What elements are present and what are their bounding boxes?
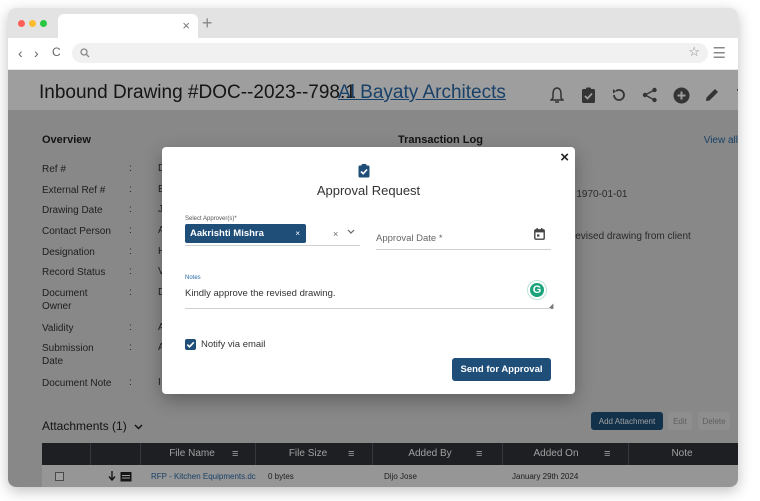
remove-approver-icon[interactable]: × [295,224,300,243]
approval-date-input[interactable]: Approval Date * [376,233,443,244]
maximize-window-dot[interactable] [40,20,47,27]
send-for-approval-button[interactable]: Send for Approval [452,358,551,381]
address-bar: ‹ › C ☆ ☰ [8,38,738,70]
bookmark-star-icon[interactable]: ☆ [688,44,700,60]
minimize-window-dot[interactable] [29,20,36,27]
reload-icon[interactable]: C [52,45,61,59]
notes-underline [185,308,551,309]
new-tab-icon[interactable]: + [202,13,213,34]
browser-window: × + ‹ › C ☆ ☰ Inbound Drawing #DOC--2023… [8,8,738,487]
approver-label: Select Approver(s)* [185,216,237,222]
notify-email-label: Notify via email [201,339,266,350]
forward-icon[interactable]: › [34,45,39,61]
tab-close-icon[interactable]: × [182,18,190,33]
clear-selection-icon[interactable]: × [333,229,338,239]
search-icon [80,48,90,58]
notify-email-checkbox[interactable] [185,339,196,350]
approver-name: Aakrishti Mishra [190,228,264,239]
url-input[interactable]: ☆ [72,43,708,63]
approval-request-dialog: × Approval Request Select Approver(s)* A… [162,147,575,394]
notes-textarea[interactable]: Kindly approve the revised drawing. [185,288,336,299]
back-icon[interactable]: ‹ [18,45,23,61]
close-window-dot[interactable] [18,20,25,27]
dialog-title: Approval Request [316,183,421,198]
calendar-icon[interactable] [534,228,545,240]
checkmark-icon [186,341,195,348]
approver-select-underline [185,245,360,246]
browser-tab[interactable]: × [58,14,198,38]
clipboard-check-icon [358,164,370,178]
browser-menu-icon[interactable]: ☰ [713,44,726,62]
grammarly-icon[interactable]: G [528,281,546,299]
chevron-down-icon[interactable] [347,229,355,234]
notes-label: Notes [185,275,201,281]
tab-bar: × + [8,8,738,38]
approver-chip[interactable]: Aakrishti Mishra × [185,224,306,243]
close-icon[interactable]: × [560,149,569,166]
approval-date-underline [376,249,551,250]
